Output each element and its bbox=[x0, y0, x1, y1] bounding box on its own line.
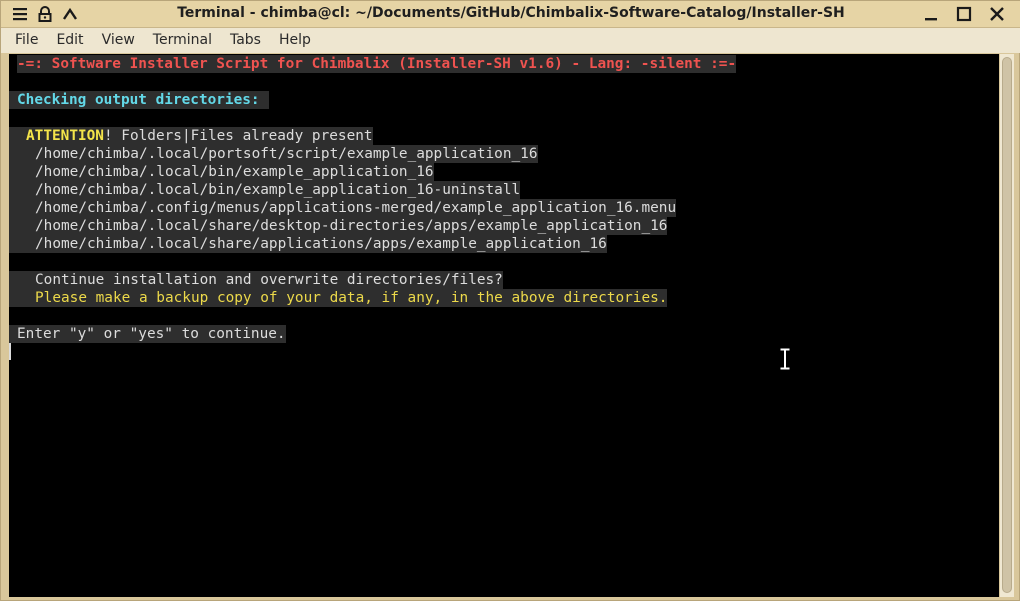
existing-path: /home/chimba/.local/bin/example_applicat… bbox=[9, 181, 521, 199]
menu-help[interactable]: Help bbox=[270, 28, 320, 53]
attention-label: ATTENTION bbox=[26, 128, 104, 144]
minimize-icon[interactable] bbox=[920, 3, 942, 25]
vertical-scrollbar[interactable] bbox=[1000, 54, 1014, 597]
text-cursor bbox=[9, 343, 11, 360]
pin-icon[interactable] bbox=[34, 3, 56, 25]
attention-text: ! Folders|Files already present bbox=[103, 128, 373, 144]
menu-bar: File Edit View Terminal Tabs Help bbox=[1, 28, 1020, 53]
terminal-output[interactable]: -=: Software Installer Script for Chimba… bbox=[9, 54, 999, 597]
terminal-window: Terminal - chimba@cl: ~/Documents/GitHub… bbox=[0, 0, 1020, 601]
enter-prompt: Enter "y" or "yes" to continue. bbox=[9, 325, 286, 343]
menu-file[interactable]: File bbox=[1, 28, 47, 53]
existing-path: /home/chimba/.config/menus/applications-… bbox=[9, 199, 677, 217]
maximize-icon[interactable] bbox=[953, 3, 975, 25]
existing-path: /home/chimba/.local/bin/example_applicat… bbox=[9, 163, 434, 181]
scrollbar-thumb[interactable] bbox=[1002, 57, 1012, 593]
existing-path: /home/chimba/.local/share/desktop-direct… bbox=[9, 217, 668, 235]
menu-terminal[interactable]: Terminal bbox=[144, 28, 221, 53]
window-title: Terminal - chimba@cl: ~/Documents/GitHub… bbox=[177, 5, 845, 21]
ibeam-cursor-icon bbox=[779, 347, 791, 371]
existing-path: /home/chimba/.local/share/applications/a… bbox=[9, 235, 607, 253]
backup-warning: Please make a backup copy of your data, … bbox=[9, 289, 668, 307]
installer-header: -=: Software Installer Script for Chimba… bbox=[17, 55, 737, 73]
menu-icon[interactable] bbox=[9, 3, 31, 25]
attention-line: ATTENTION! Folders|Files already present bbox=[9, 127, 373, 145]
menu-view[interactable]: View bbox=[93, 28, 144, 53]
title-bar[interactable]: Terminal - chimba@cl: ~/Documents/GitHub… bbox=[1, 1, 1020, 28]
existing-path: /home/chimba/.local/portsoft/script/exam… bbox=[9, 145, 538, 163]
continue-question: Continue installation and overwrite dire… bbox=[9, 271, 503, 289]
menu-edit[interactable]: Edit bbox=[47, 28, 92, 53]
close-icon[interactable] bbox=[986, 3, 1008, 25]
menu-tabs[interactable]: Tabs bbox=[221, 28, 270, 53]
rollup-icon[interactable] bbox=[59, 3, 81, 25]
checking-heading: Checking output directories: bbox=[9, 91, 269, 109]
